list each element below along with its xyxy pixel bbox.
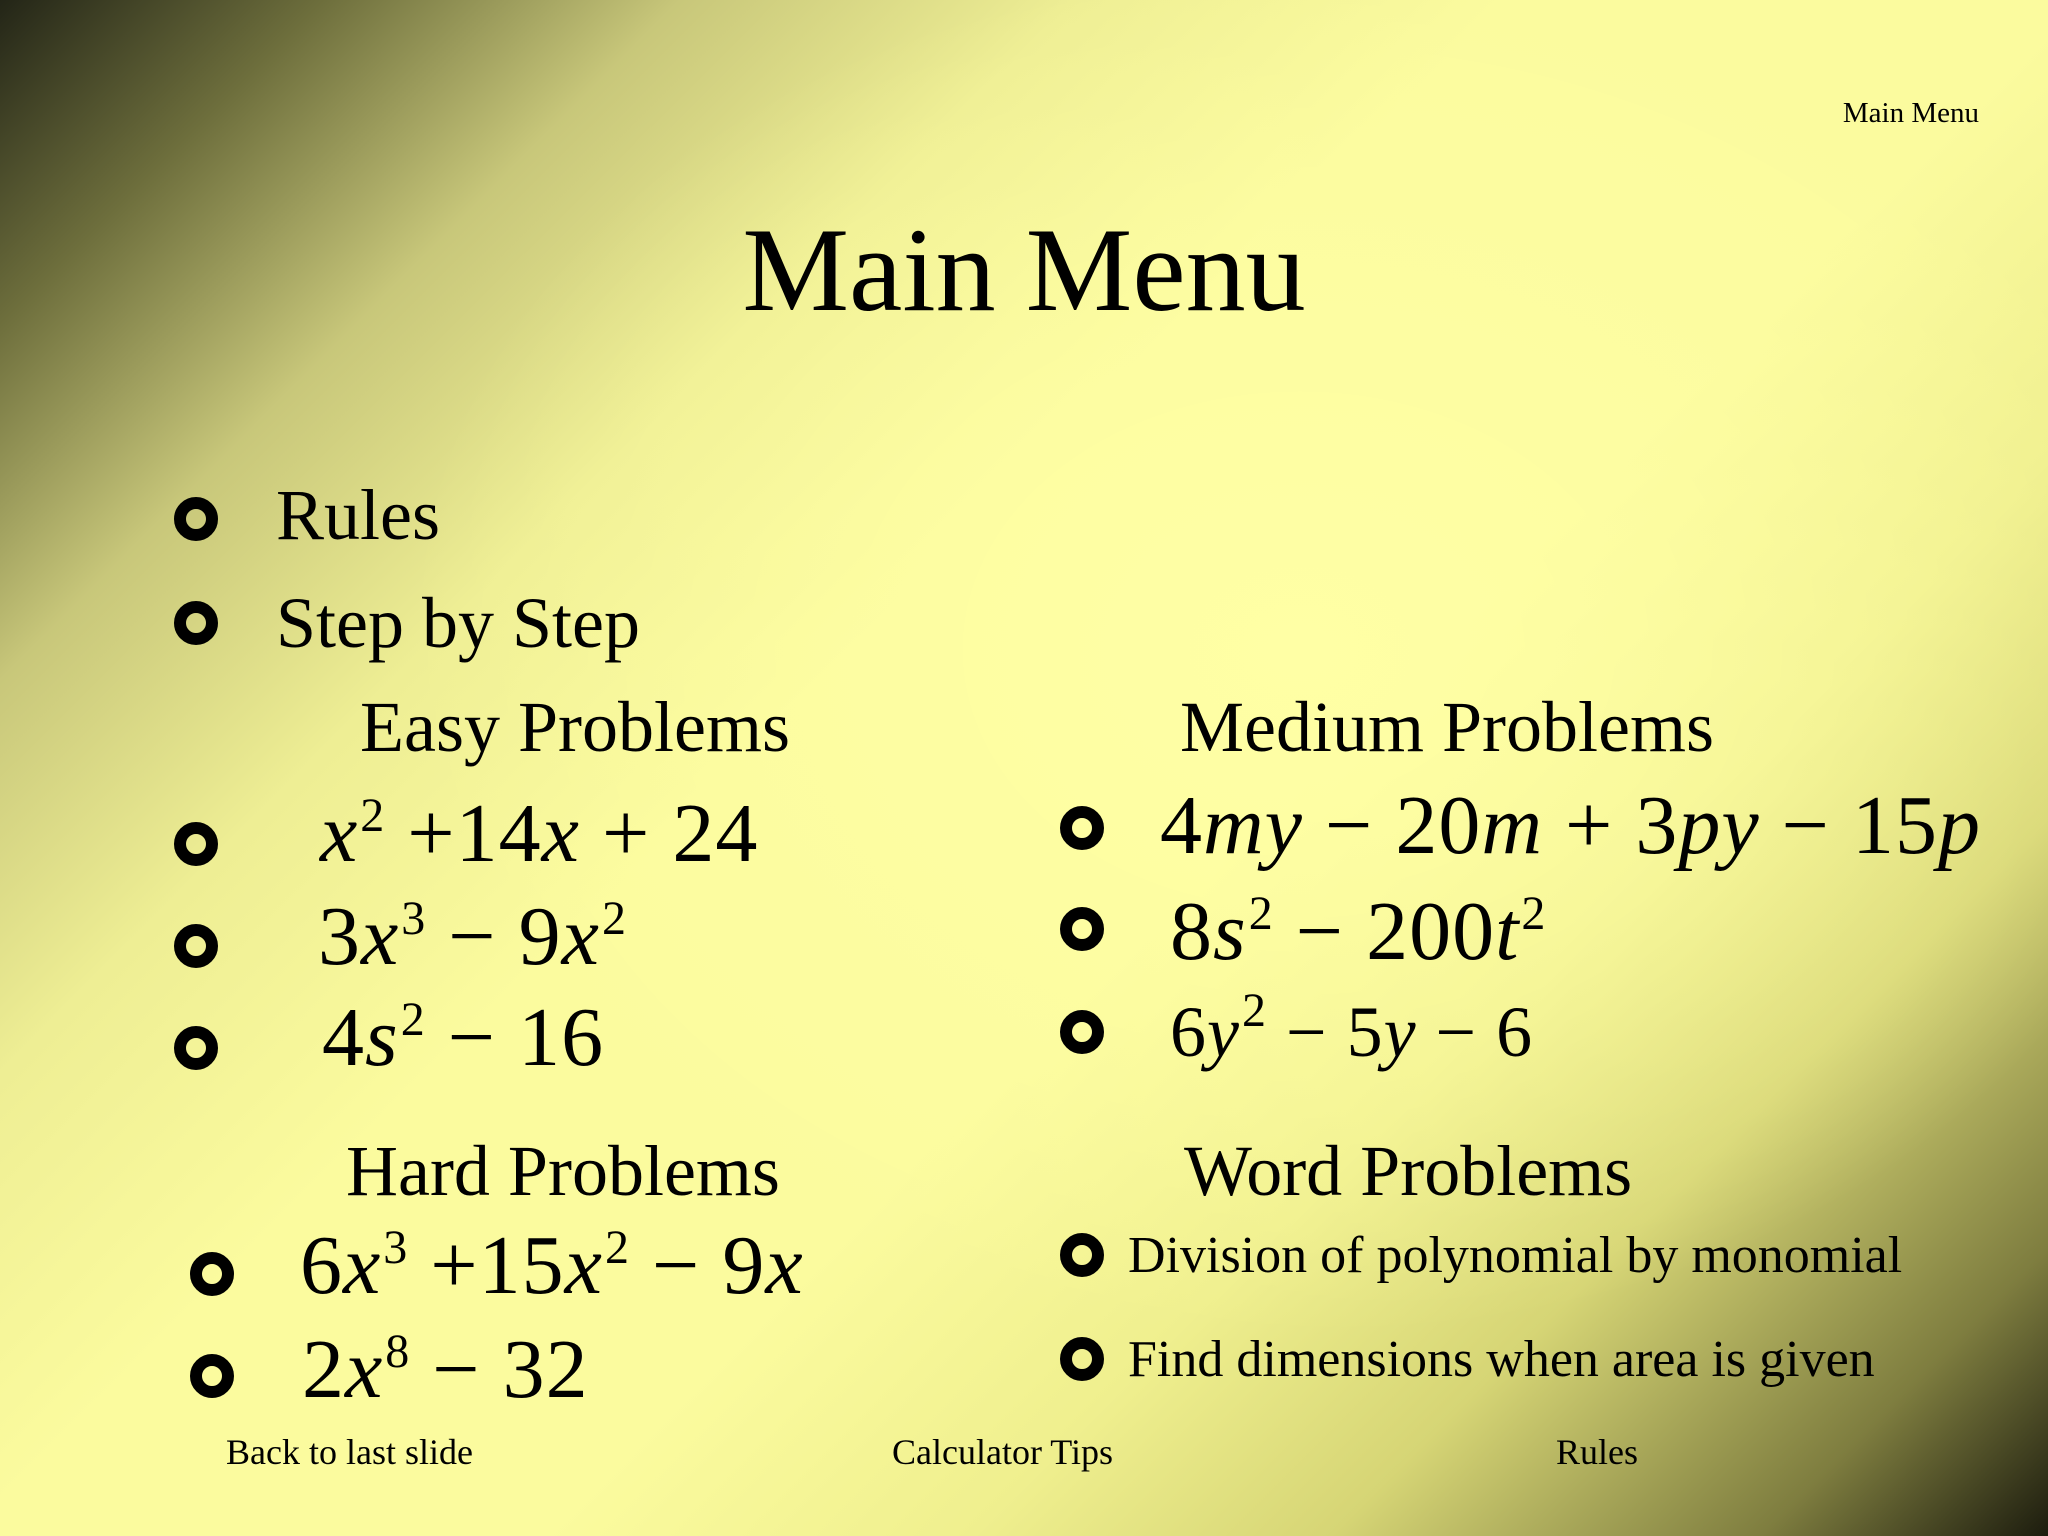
calculator-tips-link[interactable]: Calculator Tips	[892, 1432, 1113, 1472]
footer-rules-link[interactable]: Rules	[1556, 1432, 1638, 1472]
medium-problem-3-link[interactable]: 6y2 − 5y − 6	[1170, 984, 1533, 1089]
word-problem-2-link[interactable]: Find dimensions when area is given	[1128, 1330, 1875, 1390]
word-problem-1-bullet-icon[interactable]	[1060, 1233, 1104, 1277]
word-problem-1-link[interactable]: Division of polynomial by monomial	[1128, 1226, 1902, 1286]
medium-problem-2-link[interactable]: 8s2 − 200t2	[1170, 884, 1546, 992]
easy-problem-2-link[interactable]: 3x3 − 9x2	[318, 889, 627, 997]
hard-problem-2-link[interactable]: 2x8 − 32	[302, 1322, 589, 1430]
easy-problem-3-link[interactable]: 4s2 − 16	[322, 990, 604, 1098]
page-title: Main Menu	[742, 203, 1306, 336]
hard-problem-2-bullet-icon[interactable]	[190, 1354, 234, 1398]
medium-problem-1-link[interactable]: 4my − 20m + 3py − 15p	[1160, 778, 1981, 874]
easy-problem-1-bullet-icon[interactable]	[174, 822, 218, 866]
word-problem-2-bullet-icon[interactable]	[1060, 1337, 1104, 1381]
rules-link[interactable]: Rules	[276, 475, 440, 555]
medium-problem-1-bullet-icon[interactable]	[1060, 806, 1104, 850]
hard-problems-heading: Hard Problems	[346, 1131, 780, 1211]
word-problems-heading: Word Problems	[1184, 1131, 1633, 1211]
medium-problems-heading: Medium Problems	[1180, 687, 1714, 767]
corner-main-menu-label: Main Menu	[1842, 97, 1979, 129]
rules-bullet-icon[interactable]	[174, 497, 218, 541]
medium-problem-2-bullet-icon[interactable]	[1060, 907, 1104, 951]
step-by-step-link[interactable]: Step by Step	[276, 583, 640, 663]
back-to-last-slide-link[interactable]: Back to last slide	[226, 1432, 473, 1472]
easy-problem-2-bullet-icon[interactable]	[174, 924, 218, 968]
medium-problem-3-bullet-icon[interactable]	[1060, 1010, 1104, 1054]
hard-problem-1-link[interactable]: 6x3 +15x2 − 9x	[300, 1218, 804, 1326]
easy-problems-heading: Easy Problems	[360, 687, 790, 767]
step-by-step-bullet-icon[interactable]	[174, 601, 218, 645]
easy-problem-1-link[interactable]: x2 +14x + 24	[320, 786, 758, 894]
easy-problem-3-bullet-icon[interactable]	[174, 1026, 218, 1070]
hard-problem-1-bullet-icon[interactable]	[190, 1252, 234, 1296]
